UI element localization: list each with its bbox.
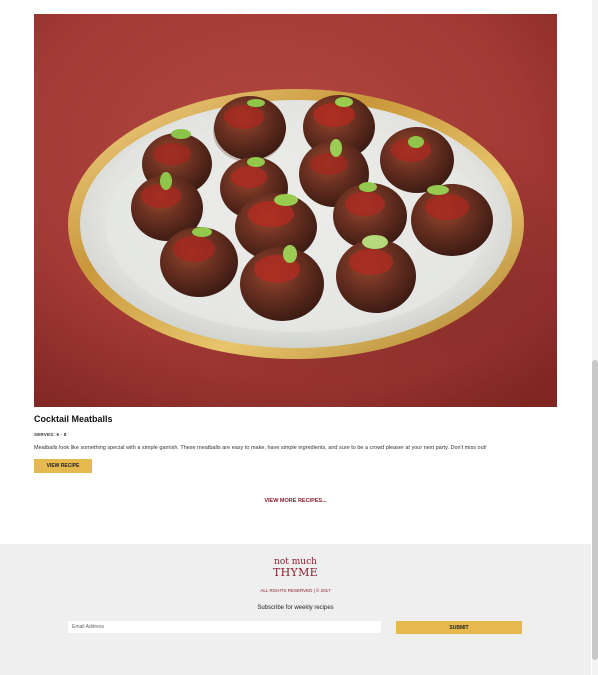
subscribe-label: Subscribe for weekly recipes (257, 605, 334, 611)
view-more-recipes-link[interactable]: VIEW MORE RECIPES... (0, 498, 591, 504)
recipe-title: Cocktail Meatballs (34, 414, 113, 424)
site-logo[interactable]: not much THYME (0, 558, 591, 579)
meatballs-photo (34, 14, 557, 407)
footer: not much THYME ALL RIGHTS RESERVED | © 2… (0, 544, 591, 675)
recipe-serves: SERVES: 6 - 8 (34, 432, 67, 437)
email-field[interactable] (68, 621, 381, 633)
recipe-image[interactable] (34, 14, 557, 407)
logo-bottom-text: THYME (273, 566, 318, 579)
scrollbar-track[interactable] (592, 0, 598, 675)
submit-button[interactable]: SUBMIT (396, 621, 522, 634)
copyright-text: ALL RIGHTS RESERVED | © 2017 (260, 588, 331, 593)
scrollbar-thumb[interactable] (592, 360, 598, 660)
page: Cocktail Meatballs SERVES: 6 - 8 Meatbal… (0, 0, 598, 675)
view-recipe-button[interactable]: VIEW RECIPE (34, 459, 92, 473)
recipe-description: Meatballs look like something special wi… (34, 445, 487, 451)
